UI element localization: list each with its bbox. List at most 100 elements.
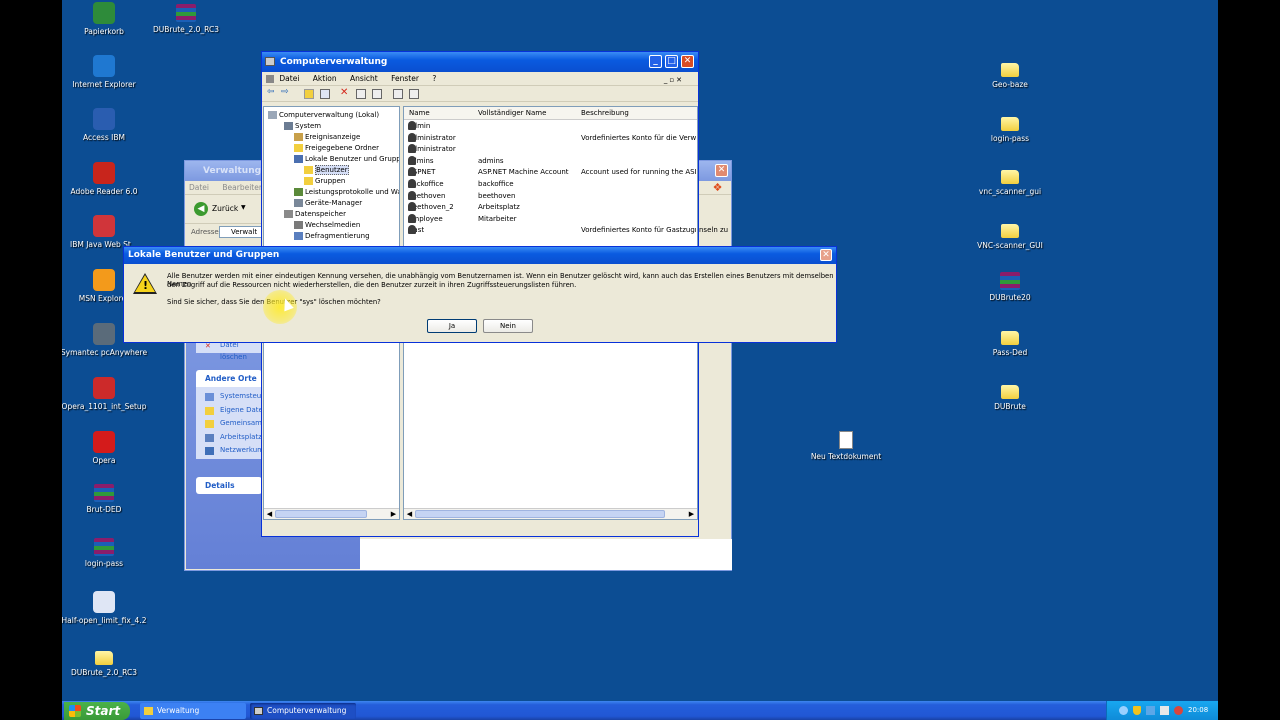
user-row[interactable]: Beethoven_2 Arbeitsplatz — [404, 202, 697, 214]
other-place-link[interactable]: Systemsteu — [196, 390, 262, 404]
yes-button[interactable]: Ja — [427, 319, 477, 333]
tree-node[interactable]: Geräte-Manager — [264, 198, 399, 209]
address-field[interactable]: Verwalt — [219, 226, 263, 238]
desktop-icon-9[interactable]: Brut-DED — [62, 484, 149, 514]
desktop-icon-right-3[interactable]: VNC-scanner_GUI — [965, 218, 1055, 250]
desktop-icon-7[interactable]: Opera_1101_int_Setup — [62, 377, 149, 411]
confirm-delete-dialog[interactable]: Lokale Benutzer und Gruppen ✕ ! Alle Ben… — [123, 246, 837, 343]
back-arrow-icon[interactable]: ⇦ — [267, 87, 277, 97]
user-row[interactable]: Administrator Vordefiniertes Konto für di… — [404, 132, 697, 145]
user-row[interactable]: ASPNET ASP.NET Machine Account Account use… — [404, 167, 697, 179]
user-row[interactable]: Gast Vordefiniertes Konto für Gastzugrif — [404, 225, 697, 237]
user-row[interactable]: Admin — [404, 121, 697, 133]
menu-aktion[interactable]: Aktion — [313, 74, 337, 83]
menu-datei[interactable]: Datei — [189, 183, 209, 192]
user-description-cell: Vordefiniertes Konto für die Verwal — [581, 133, 696, 142]
desktop-icon-right-6[interactable]: DUBrute — [965, 379, 1055, 411]
desktop-icon-right-2[interactable]: vnc_scanner_gui — [965, 164, 1055, 196]
desktop-icon-right-5[interactable]: Pass-Ded — [965, 325, 1055, 357]
volume-icon[interactable] — [1160, 706, 1169, 715]
desktop-icon-2[interactable]: Access IBM — [62, 108, 149, 142]
properties-icon[interactable] — [356, 89, 366, 99]
taskbar-button-verwaltung[interactable]: Verwaltung — [140, 703, 246, 719]
link-fragment[interactable]: nseln zu — [699, 223, 731, 237]
other-places-header[interactable]: Andere Orte — [196, 370, 262, 387]
child-window-controls[interactable]: _▫✕ — [664, 73, 684, 87]
tree-horizontal-scrollbar[interactable]: ◀ ▶ — [264, 508, 399, 519]
desktop-icon-3[interactable]: Adobe Reader 6.0 — [62, 162, 149, 196]
column-header-fullname[interactable]: Vollständiger Name — [478, 107, 546, 120]
security-shield-icon[interactable] — [1133, 706, 1141, 715]
taskbar-button-computerverwaltung[interactable]: Computerverwaltung — [250, 703, 356, 719]
close-button[interactable]: ✕ — [820, 249, 832, 261]
tree-node[interactable]: Defragmentierung — [264, 231, 399, 242]
menu-fenster[interactable]: Fenster — [391, 74, 419, 83]
tree-node[interactable]: Freigegebene Ordner — [264, 143, 399, 154]
desktop-icon-0[interactable]: Papierkorb — [62, 2, 149, 36]
warning-exclamation: ! — [143, 279, 149, 292]
back-nav[interactable]: ◀ Zurück ▼ — [185, 197, 265, 221]
desktop-icon-10[interactable]: login-pass — [62, 538, 149, 568]
desktop-icon-12[interactable]: DUBrute_2.0_RC3 — [62, 645, 149, 677]
menu-help[interactable]: ? — [432, 74, 436, 83]
user-row[interactable]: Administrator — [404, 144, 697, 156]
other-place-link[interactable]: Netzwerkum — [196, 444, 262, 458]
close-button[interactable]: ✕ — [715, 164, 728, 177]
user-row[interactable]: admins admins — [404, 155, 697, 168]
tree-node[interactable]: Leistungsprotokolle und War — [264, 187, 399, 198]
forward-arrow-icon[interactable]: ⇨ — [281, 87, 291, 97]
column-header-description[interactable]: Beschreibung — [581, 107, 629, 120]
tree-node[interactable]: Gruppen — [264, 176, 399, 187]
desktop-icon-right-4[interactable]: DUBrute20 — [965, 272, 1055, 302]
clock[interactable]: 20:08 — [1188, 701, 1208, 720]
antivirus-icon[interactable] — [1174, 706, 1183, 715]
tree-node[interactable]: Computerverwaltung (Lokal) — [264, 110, 399, 121]
column-header-name[interactable]: Name — [409, 107, 430, 120]
tree-node[interactable]: Datenspeicher — [264, 209, 399, 220]
help-icon[interactable] — [409, 89, 419, 99]
start-button[interactable]: Start — [64, 702, 130, 720]
user-row[interactable]: beethoven beethoven — [404, 190, 697, 203]
menu-ansicht[interactable]: Ansicht — [350, 74, 378, 83]
tree-node[interactable]: System — [264, 121, 399, 132]
delete-icon[interactable]: ✕ — [340, 87, 350, 98]
folder-icon — [1001, 63, 1019, 77]
desktop-icon-1[interactable]: Internet Explorer — [62, 55, 149, 89]
export-list-icon[interactable] — [393, 89, 403, 99]
user-row[interactable]: backoffice backoffice — [404, 178, 697, 191]
desktop-icon-right-0[interactable]: Geo-baze — [965, 57, 1055, 89]
desktop-icon-right-1[interactable]: login-pass — [965, 111, 1055, 143]
chevron-down-icon[interactable]: ▼ — [241, 204, 246, 211]
refresh-icon[interactable] — [372, 89, 382, 99]
computerverwaltung-titlebar[interactable]: Computerverwaltung _ □ ✕ — [262, 52, 698, 72]
other-place-link[interactable]: Gemeinsame — [196, 417, 262, 431]
other-place-link[interactable]: Eigene Datei — [196, 404, 262, 418]
minimize-button[interactable]: _ — [649, 55, 662, 68]
desktop-icon-4[interactable]: IBM Java Web St... — [62, 215, 149, 249]
tree-node[interactable]: Wechselmedien — [264, 220, 399, 231]
close-button[interactable]: ✕ — [681, 55, 694, 68]
menu-bearbeiten[interactable]: Bearbeiten — [222, 183, 263, 192]
user-name-cell: ASPNET — [408, 167, 476, 179]
desktop-icon-11[interactable]: Half-open_limit_fix_4.2 — [62, 591, 149, 625]
tray-app-icon[interactable] — [1146, 706, 1155, 715]
list-horizontal-scrollbar[interactable]: ◀ ▶ — [404, 508, 697, 519]
application-window-icon — [93, 591, 115, 613]
details-header[interactable]: Details — [196, 477, 262, 494]
network-icon[interactable] — [1119, 706, 1128, 715]
tree-node[interactable]: Lokale Benutzer und Gruppe — [264, 154, 399, 165]
other-place-link[interactable]: Arbeitsplatz — [196, 431, 262, 445]
dialog-titlebar[interactable]: Lokale Benutzer und Gruppen ✕ — [124, 247, 836, 264]
desktop-icon-8[interactable]: Opera — [62, 431, 149, 465]
up-folder-icon[interactable] — [304, 89, 314, 99]
tree-node[interactable]: Benutzer — [264, 165, 399, 176]
dialog-message-line2: den Zugriff auf die Ressourcen nicht wie… — [167, 281, 577, 289]
show-tree-icon[interactable] — [320, 89, 330, 99]
no-button[interactable]: Nein — [483, 319, 533, 333]
menu-datei[interactable]: Datei — [279, 74, 299, 83]
desktop-icon-dubrute-rc3-top[interactable]: DUBrute_2.0_RC3 — [141, 4, 231, 34]
desktop-icon-textdoc[interactable]: Neu Textdokument — [801, 431, 891, 461]
maximize-button[interactable]: □ — [665, 55, 678, 68]
tree-node[interactable]: Ereignisanzeige — [264, 132, 399, 143]
user-row[interactable]: Employee Mitarbeiter — [404, 213, 697, 226]
